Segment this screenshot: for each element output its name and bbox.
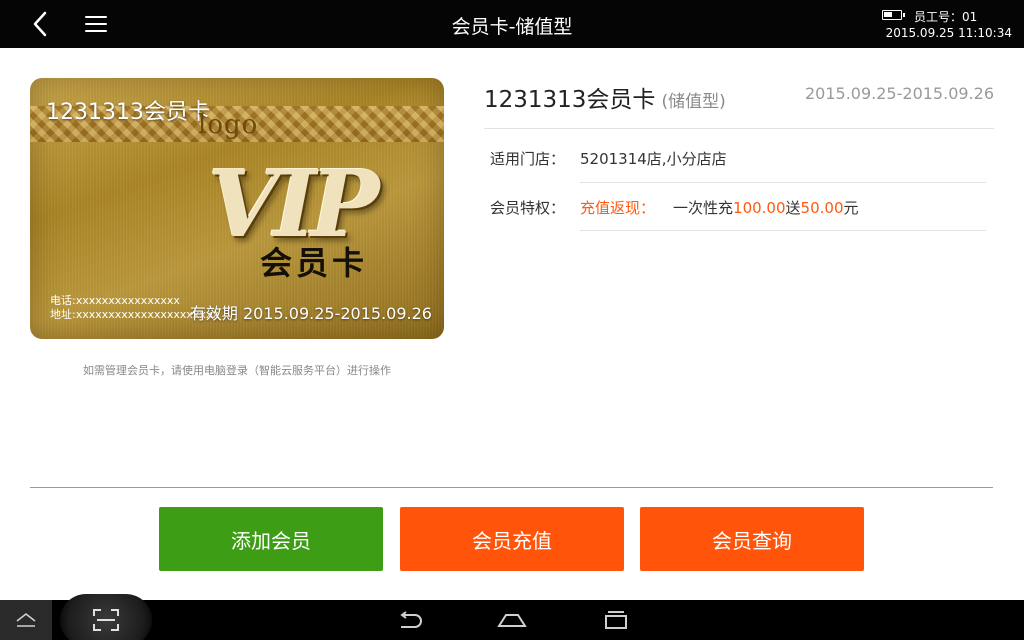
card-type-label: 会员卡 [260,244,369,282]
card-detail-name: 1231313会员卡 [484,87,656,113]
home-button[interactable] [488,606,536,634]
card-validity: 有效期 2015.09.25-2015.09.26 [189,304,432,323]
privilege-value: 充值返现： 一次性充100.00送50.00元 [580,197,859,218]
home-icon [497,614,527,627]
system-nav-bar [0,594,1024,640]
back-button[interactable] [22,8,58,40]
card-logo: logo [198,110,259,140]
eject-button[interactable] [0,600,52,640]
bonus-amount: 50.00 [800,199,844,217]
top-bar: 会员卡-储值型 员工号：01 2015.09.25 11:10:34 [0,0,1024,48]
store-value: 5201314店,小分店店 [580,150,727,168]
battery-icon [882,10,905,20]
card-detail-title: 1231313会员卡 (储值型) [484,80,726,114]
recharge-button[interactable]: 会员充值 [400,507,624,571]
menu-button[interactable] [78,8,114,40]
nav-back-icon [400,611,422,628]
divider [30,487,993,488]
divider [580,230,986,231]
card-name: 1231313会员卡 [46,100,210,125]
scan-icon [93,609,119,631]
hamburger-menu-icon [85,16,107,32]
query-member-button[interactable]: 会员查询 [640,507,864,571]
privilege-suffix: 元 [843,199,859,217]
datetime: 2015.09.25 11:10:34 [885,26,1012,40]
employee-id: 员工号：01 [914,10,978,24]
divider [484,128,994,129]
privilege-label: 会员特权： [490,199,566,217]
nav-back-button[interactable] [386,606,434,634]
add-member-button[interactable]: 添加会员 [159,507,383,571]
privilege-type: 充值返现： [580,199,656,217]
back-arrow-icon [33,11,47,37]
card-date-range: 2015.09.25-2015.09.26 [805,84,994,103]
vip-card-image: 1231313会员卡 logo VIP 会员卡 电话:xxxxxxxxxxxxx… [30,78,444,339]
manage-hint: 如需管理会员卡，请使用电脑登录（智能云服务平台）进行操作 [83,364,391,377]
privilege-middle: 送 [785,199,801,217]
recents-icon [605,611,627,629]
recharge-amount: 100.00 [733,199,786,217]
status-area: 员工号：01 2015.09.25 11:10:34 [872,6,1012,44]
store-label: 适用门店： [490,150,566,168]
card-detail-type: (储值型) [661,92,726,112]
divider [580,182,986,183]
recents-button[interactable] [592,606,640,634]
privilege-prefix: 一次性充 [673,199,734,217]
scan-button[interactable] [60,594,152,640]
eject-icon [16,612,36,627]
page-title: 会员卡-储值型 [451,16,573,38]
